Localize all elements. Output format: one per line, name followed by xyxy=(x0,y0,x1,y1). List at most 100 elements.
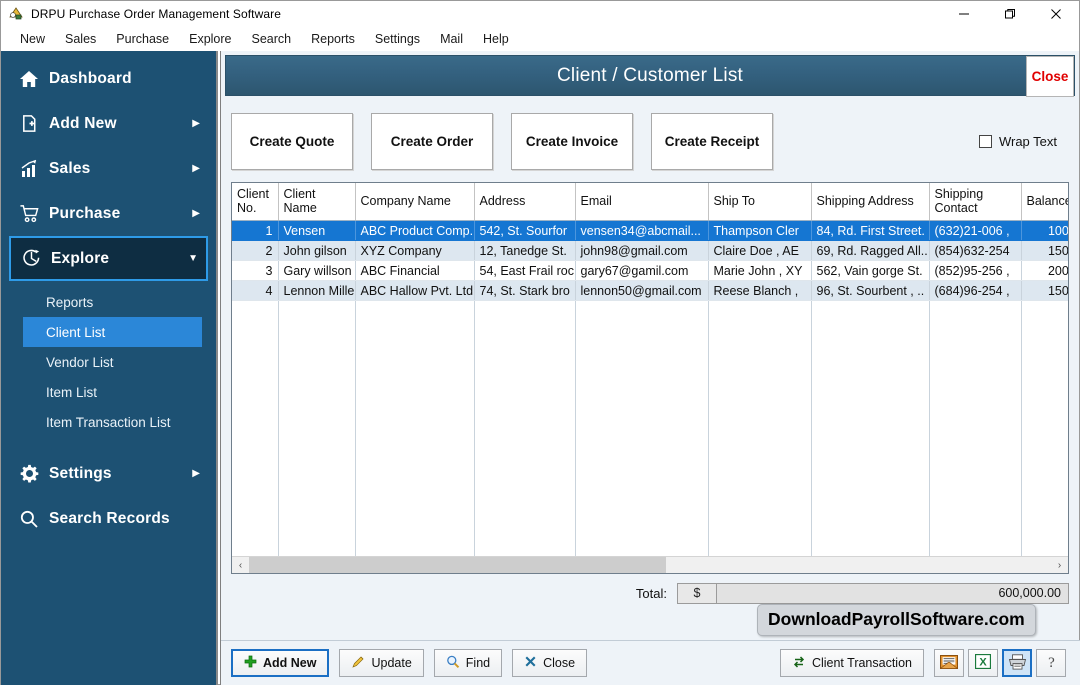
transfer-arrows-icon xyxy=(792,655,806,672)
column-header-balance[interactable]: Balance xyxy=(1021,183,1068,221)
cell-client-name[interactable]: John gilson xyxy=(278,240,356,261)
sidebar-item-add-new[interactable]: Add New ▶ xyxy=(9,101,208,146)
sidebar-item-dashboard[interactable]: Dashboard xyxy=(9,56,208,101)
close-window-button[interactable] xyxy=(1033,1,1079,27)
cell-shipping-address[interactable]: 96, St. Sourbent , .. xyxy=(811,280,930,301)
wrap-text-checkbox[interactable]: Wrap Text xyxy=(978,134,1057,149)
menu-item-reports[interactable]: Reports xyxy=(301,30,365,48)
add-new-button[interactable]: Add New xyxy=(231,649,330,677)
menu-item-search[interactable]: Search xyxy=(242,30,302,48)
sidebar-item-purchase[interactable]: Purchase ▶ xyxy=(9,191,208,236)
cell-balance[interactable]: 150,000.00 xyxy=(1021,240,1068,261)
menu-item-sales[interactable]: Sales xyxy=(55,30,106,48)
sidebar-item-explore[interactable]: Explore ▼ xyxy=(9,236,208,281)
cell-email[interactable]: john98@gmail.com xyxy=(575,240,709,261)
table-row[interactable]: 4 Lennon Miller ABC Hallow Pvt. Ltd 74, St.… xyxy=(232,280,1068,301)
menu-item-new[interactable]: New xyxy=(10,30,55,48)
client-transaction-button[interactable]: Client Transaction xyxy=(779,649,924,677)
gear-icon xyxy=(9,464,49,483)
scroll-left-arrow-icon[interactable]: ‹ xyxy=(232,557,249,574)
cell-balance[interactable]: 150,000.00 xyxy=(1021,280,1068,301)
update-button[interactable]: Update xyxy=(339,649,424,677)
cell-client-name[interactable]: Gary willson xyxy=(278,260,356,281)
cell-balance[interactable]: 100,000.00 xyxy=(1021,220,1068,241)
table-row[interactable]: 3 Gary willson ABC Financial 54, East Frail… xyxy=(232,260,1068,281)
scrollbar-track[interactable] xyxy=(249,556,1051,573)
cell-client-name[interactable]: Lennon Miller xyxy=(278,280,356,301)
wrap-text-checkbox-box[interactable] xyxy=(978,134,992,148)
cell-ship-to[interactable]: Marie John , XY xyxy=(708,260,812,281)
create-quote-button[interactable]: Create Quote xyxy=(231,112,353,170)
menu-item-help[interactable]: Help xyxy=(473,30,519,48)
find-button[interactable]: Find xyxy=(433,649,503,677)
cell-ship-to[interactable]: Reese Blanch , xyxy=(708,280,812,301)
cell-company-name[interactable]: XYZ Company xyxy=(355,240,475,261)
panel-close-label: Close xyxy=(1031,69,1069,84)
column-header-shipping-contact[interactable]: Shipping Contact xyxy=(929,183,1022,221)
sidebar-subitem-reports[interactable]: Reports xyxy=(23,287,202,317)
cell-shipping-contact[interactable]: (632)21-006 , xyxy=(929,220,1022,241)
menu-item-mail[interactable]: Mail xyxy=(430,30,473,48)
close-button[interactable]: Close xyxy=(512,649,588,677)
email-button[interactable] xyxy=(934,649,964,677)
table-row[interactable]: 2 John gilson XYZ Company 12, Tanedge St. jo… xyxy=(232,240,1068,261)
cell-address[interactable]: 542, St. Sourfor xyxy=(474,220,576,241)
menu-item-settings[interactable]: Settings xyxy=(365,30,430,48)
cell-shipping-address[interactable]: 84, Rd. First Street. xyxy=(811,220,930,241)
print-button[interactable] xyxy=(1002,649,1032,677)
cell-ship-to[interactable]: Claire Doe , AE xyxy=(708,240,812,261)
cell-client-no[interactable]: 2 xyxy=(232,240,279,261)
cell-client-no[interactable]: 3 xyxy=(232,260,279,281)
cell-address[interactable]: 54, East Frail roc xyxy=(474,260,576,281)
column-header-client-name[interactable]: Client Name xyxy=(278,183,356,221)
column-header-client-no[interactable]: Client No. xyxy=(232,183,279,221)
cell-shipping-contact[interactable]: (852)95-256 , xyxy=(929,260,1022,281)
help-button[interactable]: ? xyxy=(1036,649,1066,677)
horizontal-scrollbar[interactable]: ‹ › xyxy=(232,556,1068,573)
cell-address[interactable]: 74, St. Stark bro xyxy=(474,280,576,301)
column-header-email[interactable]: Email xyxy=(575,183,709,221)
cell-address[interactable]: 12, Tanedge St. xyxy=(474,240,576,261)
cell-email[interactable]: gary67@gamil.com xyxy=(575,260,709,281)
cell-company-name[interactable]: ABC Product Comp. xyxy=(355,220,475,241)
sidebar-subitem-client-list[interactable]: Client List xyxy=(23,317,202,347)
cell-email[interactable]: lennon50@gmail.com xyxy=(575,280,709,301)
sidebar-subitem-vendor-list[interactable]: Vendor List xyxy=(23,347,202,377)
column-header-shipping-address[interactable]: Shipping Address xyxy=(811,183,930,221)
cell-client-name[interactable]: Vensen xyxy=(278,220,356,241)
sidebar-item-search-records[interactable]: Search Records xyxy=(9,496,208,541)
panel-close-button[interactable]: Close xyxy=(1026,56,1074,97)
cell-shipping-address[interactable]: 562, Vain gorge St. xyxy=(811,260,930,281)
sidebar-label-explore: Explore xyxy=(51,249,110,267)
minimize-button[interactable] xyxy=(941,1,987,27)
scroll-right-arrow-icon[interactable]: › xyxy=(1051,557,1068,574)
cell-shipping-contact[interactable]: (684)96-254 , xyxy=(929,280,1022,301)
cell-email[interactable]: vensen34@abcmail... xyxy=(575,220,709,241)
cell-client-no[interactable]: 4 xyxy=(232,280,279,301)
create-order-button[interactable]: Create Order xyxy=(371,112,493,170)
scrollbar-thumb[interactable] xyxy=(249,556,667,573)
menu-item-explore[interactable]: Explore xyxy=(179,30,241,48)
total-row: Total: $ 600,000.00 xyxy=(231,582,1069,604)
menu-item-purchase[interactable]: Purchase xyxy=(106,30,179,48)
column-header-ship-to[interactable]: Ship To xyxy=(708,183,812,221)
sidebar-item-settings[interactable]: Settings ▶ xyxy=(9,451,208,496)
sidebar-item-sales[interactable]: Sales ▶ xyxy=(9,146,208,191)
create-invoice-button[interactable]: Create Invoice xyxy=(511,112,633,170)
table-row[interactable]: 1 Vensen ABC Product Comp. 542, St. Sourfor… xyxy=(232,220,1068,241)
cell-shipping-address[interactable]: 69, Rd. Ragged All.. xyxy=(811,240,930,261)
cell-company-name[interactable]: ABC Financial xyxy=(355,260,475,281)
maximize-button[interactable] xyxy=(987,1,1033,27)
cell-client-no[interactable]: 1 xyxy=(232,220,279,241)
cell-company-name[interactable]: ABC Hallow Pvt. Ltd xyxy=(355,280,475,301)
client-list-grid: Client No. Client Name Company Name Addr… xyxy=(231,182,1069,574)
excel-export-button[interactable]: X xyxy=(968,649,998,677)
cell-ship-to[interactable]: Thampson Cler xyxy=(708,220,812,241)
create-receipt-button[interactable]: Create Receipt xyxy=(651,112,773,170)
cell-shipping-contact[interactable]: (854)632-254 xyxy=(929,240,1022,261)
cell-balance[interactable]: 200,000.00 xyxy=(1021,260,1068,281)
column-header-company-name[interactable]: Company Name xyxy=(355,183,475,221)
column-header-address[interactable]: Address xyxy=(474,183,576,221)
sidebar-subitem-item-list[interactable]: Item List xyxy=(23,377,202,407)
sidebar-subitem-item-transaction-list[interactable]: Item Transaction List xyxy=(23,407,202,437)
